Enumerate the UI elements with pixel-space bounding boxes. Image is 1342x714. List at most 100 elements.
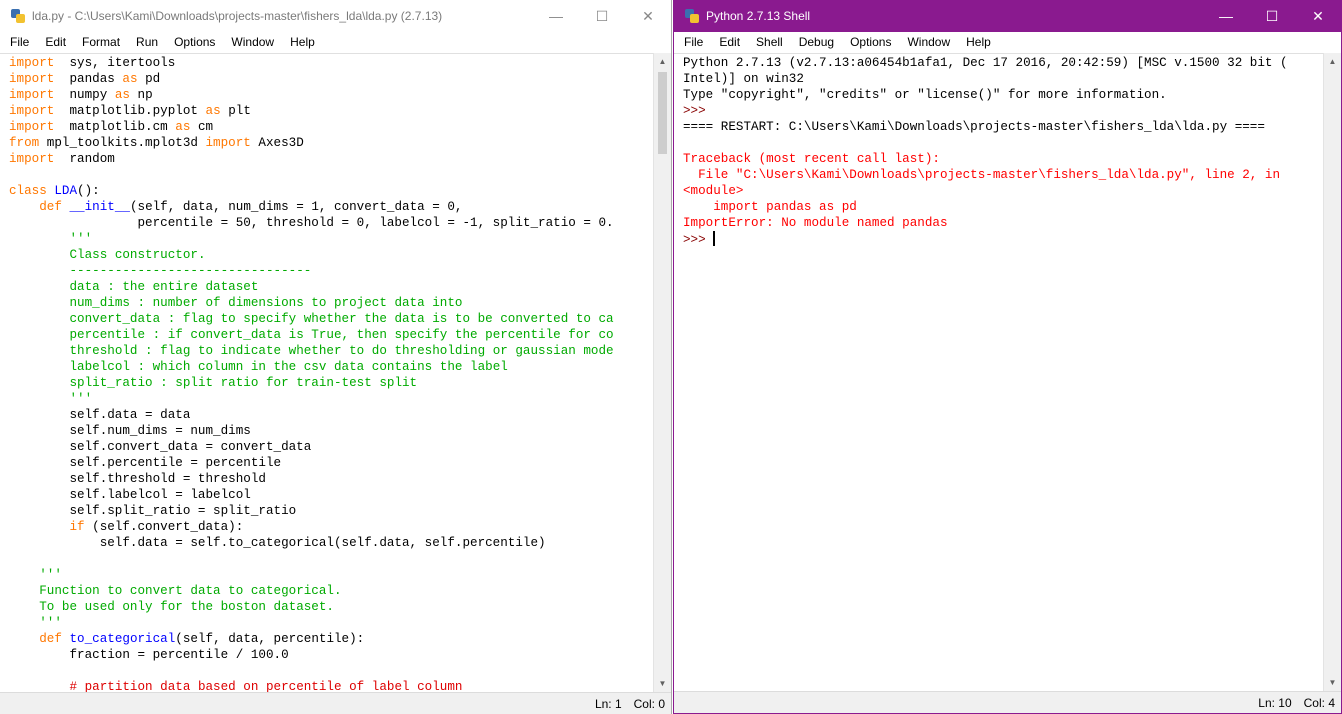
- editor-window[interactable]: lda.py - C:\Users\Kami\Downloads\project…: [0, 0, 672, 714]
- editor-col-number: Col: 0: [633, 696, 665, 711]
- shell-titlebar[interactable]: Python 2.7.13 Shell — ☐ ✕: [674, 0, 1341, 32]
- editor-token: Function to convert data to categorical.: [39, 584, 342, 598]
- editor-token: [9, 376, 69, 390]
- editor-line: threshold : flag to indicate whether to …: [9, 344, 614, 358]
- shell-token: ==== RESTART: C:\Users\Kami\Downloads\pr…: [683, 120, 1265, 134]
- editor-line: data : the entire dataset: [9, 280, 258, 294]
- shell-line: ImportError: No module named pandas: [683, 216, 948, 230]
- editor-line: self.convert_data = convert_data: [9, 440, 311, 454]
- shell-output[interactable]: Python 2.7.13 (v2.7.13:a06454b1afa1, Dec…: [674, 54, 1323, 248]
- shell-title: Python 2.7.13 Shell: [706, 9, 811, 23]
- shell-statusbar: Ln: 10 Col: 4: [674, 691, 1341, 713]
- editor-line: fraction = percentile / 100.0: [9, 648, 289, 662]
- editor-line: percentile : if convert_data is True, th…: [9, 328, 613, 342]
- text-cursor: [713, 231, 716, 246]
- shell-line-number: Ln: 10: [1258, 695, 1292, 710]
- shell-window[interactable]: Python 2.7.13 Shell — ☐ ✕ File Edit Shel…: [673, 0, 1342, 714]
- editor-token: [9, 344, 69, 358]
- editor-line: percentile = 50, threshold = 0, labelcol…: [9, 216, 613, 230]
- editor-token: as: [175, 120, 191, 134]
- shell-token: File "C:\Users\Kami\Downloads\projects-m…: [683, 168, 1281, 182]
- close-icon[interactable]: ✕: [1295, 0, 1341, 32]
- editor-token: self.num_dims = num_dims: [9, 424, 251, 438]
- editor-scrollbar[interactable]: ▲ ▼: [653, 53, 671, 692]
- menu-format[interactable]: Format: [73, 35, 127, 49]
- editor-token: To be used only for the boston dataset.: [39, 600, 334, 614]
- editor-line: self.threshold = threshold: [9, 472, 266, 486]
- editor-token: as: [122, 72, 138, 86]
- shell-token: Type "copyright", "credits" or "license(…: [683, 88, 1167, 102]
- editor-token: Axes3D: [250, 136, 304, 150]
- editor-token: ''': [39, 616, 62, 630]
- editor-token: [9, 280, 69, 294]
- shell-scrollbar[interactable]: ▲ ▼: [1323, 53, 1341, 691]
- shell-token: >>>: [683, 233, 714, 247]
- menu-shell[interactable]: Shell: [747, 35, 790, 49]
- editor-line: self.num_dims = num_dims: [9, 424, 251, 438]
- editor-token: self.threshold = threshold: [9, 472, 266, 486]
- editor-token: self.data = data: [9, 408, 191, 422]
- editor-scroll-thumb[interactable]: [658, 72, 667, 154]
- menu-file[interactable]: File: [674, 35, 710, 49]
- editor-token: [9, 568, 39, 582]
- editor-line: # partition data based on percentile of …: [9, 680, 462, 692]
- editor-token: [9, 680, 69, 692]
- editor-token: self.percentile = percentile: [9, 456, 282, 470]
- editor-title: lda.py - C:\Users\Kami\Downloads\project…: [32, 9, 443, 23]
- editor-token: labelcol : which column in the csv data …: [69, 360, 508, 374]
- editor-line: To be used only for the boston dataset.: [9, 600, 334, 614]
- editor-token: [9, 328, 69, 342]
- editor-token: threshold : flag to indicate whether to …: [69, 344, 614, 358]
- editor-token: [9, 632, 39, 646]
- editor-token: (self, data, num_dims = 1, convert_data …: [129, 200, 463, 214]
- editor-token: mpl_toolkits.mplot3d: [39, 136, 206, 150]
- minimize-icon[interactable]: —: [1203, 0, 1249, 32]
- editor-token: # partition data based on percentile of …: [69, 680, 463, 692]
- editor-line: ''': [9, 616, 62, 630]
- editor-titlebar[interactable]: lda.py - C:\Users\Kami\Downloads\project…: [0, 0, 671, 32]
- maximize-icon[interactable]: ☐: [1249, 0, 1295, 32]
- scroll-down-icon[interactable]: ▼: [654, 675, 671, 692]
- menu-edit[interactable]: Edit: [710, 35, 747, 49]
- menu-file[interactable]: File: [0, 35, 36, 49]
- editor-token: --------------------------------: [69, 264, 312, 278]
- editor-token: __init__: [69, 200, 130, 214]
- menu-edit[interactable]: Edit: [36, 35, 73, 49]
- scroll-down-icon[interactable]: ▼: [1324, 674, 1341, 691]
- menu-window[interactable]: Window: [898, 35, 957, 49]
- scroll-up-icon[interactable]: ▲: [654, 53, 671, 70]
- editor-line: self.data = data: [9, 408, 190, 422]
- menu-run[interactable]: Run: [127, 35, 165, 49]
- menu-help[interactable]: Help: [957, 35, 998, 49]
- menu-debug[interactable]: Debug: [790, 35, 841, 49]
- shell-token: Traceback (most recent call last):: [683, 152, 940, 166]
- editor-token: fraction = percentile / 100.0: [9, 648, 289, 662]
- editor-line: convert_data : flag to specify whether t…: [9, 312, 613, 326]
- menu-options[interactable]: Options: [841, 35, 898, 49]
- shell-line: Intel)] on win32: [683, 72, 804, 86]
- shell-output-area[interactable]: Python 2.7.13 (v2.7.13:a06454b1afa1, Dec…: [674, 53, 1323, 691]
- editor-code-area[interactable]: import sys, itertools import pandas as p…: [0, 53, 653, 692]
- editor-token: as: [205, 104, 221, 118]
- close-icon[interactable]: ✕: [625, 0, 671, 32]
- menu-window[interactable]: Window: [222, 35, 281, 49]
- maximize-icon[interactable]: ☐: [579, 0, 625, 32]
- editor-token: if: [69, 520, 85, 534]
- menu-options[interactable]: Options: [165, 35, 222, 49]
- editor-token: [9, 520, 69, 534]
- editor-token: [9, 232, 69, 246]
- shell-line: >>>: [683, 104, 706, 118]
- editor-line: Function to convert data to categorical.: [9, 584, 342, 598]
- editor-token: [9, 296, 69, 310]
- editor-code[interactable]: import sys, itertools import pandas as p…: [0, 54, 653, 692]
- editor-token: [9, 312, 69, 326]
- editor-token: ''': [39, 568, 62, 582]
- scroll-up-icon[interactable]: ▲: [1324, 53, 1341, 70]
- editor-line: ''': [9, 392, 92, 406]
- editor-token: import: [9, 56, 55, 70]
- editor-token: data : the entire dataset: [69, 280, 259, 294]
- menu-help[interactable]: Help: [281, 35, 322, 49]
- shell-line: Traceback (most recent call last):: [683, 152, 940, 166]
- minimize-icon[interactable]: —: [533, 0, 579, 32]
- editor-token: LDA: [54, 184, 78, 198]
